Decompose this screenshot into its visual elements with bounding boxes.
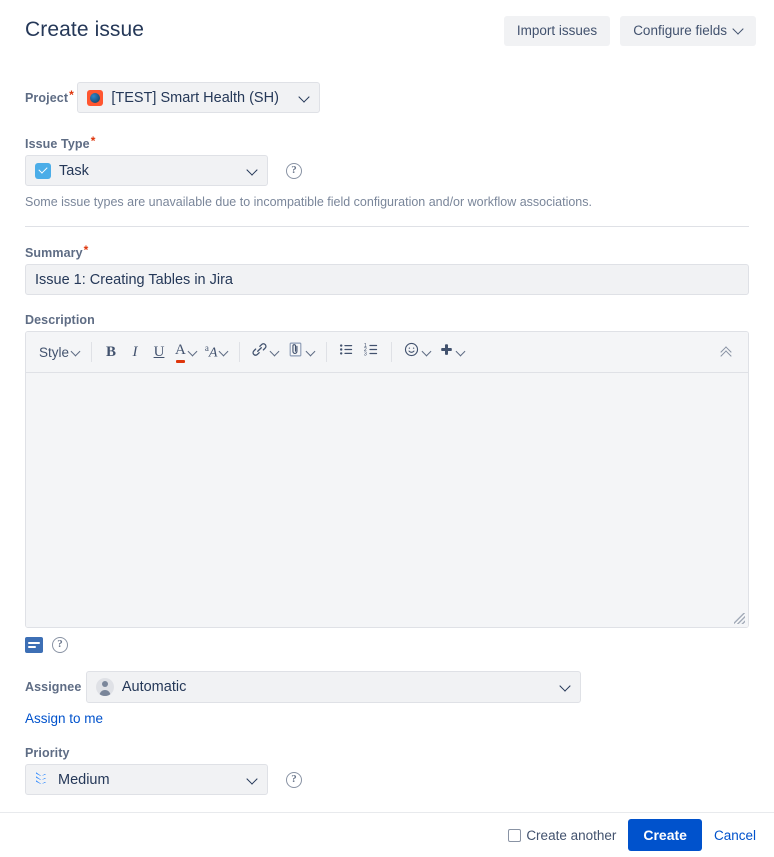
project-select-wrap: [TEST] Smart Health (SH): [77, 82, 321, 113]
italic-label: I: [132, 343, 138, 360]
configure-fields-label: Configure fields: [633, 23, 727, 38]
create-another-checkbox[interactable]: [508, 828, 522, 842]
required-asterisk: *: [90, 134, 96, 148]
project-selected-value: [TEST] Smart Health (SH): [111, 89, 279, 106]
dialog-header: Create issue Import issues Configure fie…: [0, 0, 774, 62]
emoji-icon: [403, 341, 420, 363]
chevron-down-icon: [307, 348, 315, 356]
priority-medium-icon: [35, 772, 50, 787]
chevron-down-icon: [72, 348, 80, 356]
create-another-label: Create another: [526, 827, 617, 843]
chevron-down-icon: [189, 348, 197, 356]
assignee-selected-value: Automatic: [121, 679, 187, 696]
editor-footer-actions: ?: [25, 637, 749, 654]
issue-type-help-icon[interactable]: ?: [286, 162, 302, 179]
issue-type-hint: Some issue types are unavailable due to …: [25, 195, 592, 209]
import-issues-button[interactable]: Import issues: [503, 16, 611, 47]
issue-type-select[interactable]: Task: [25, 155, 268, 186]
issue-type-selected-value: Task: [59, 162, 89, 179]
summary-field: Summary*: [0, 243, 774, 296]
resize-handle[interactable]: [734, 613, 745, 625]
assign-to-me-link[interactable]: Assign to me: [25, 711, 103, 726]
text-color-dropdown[interactable]: A: [171, 338, 201, 366]
description-textarea[interactable]: [26, 373, 748, 628]
link-icon: [251, 341, 268, 363]
editor-toolbar: Style B I U A aA 1 2 3: [26, 332, 748, 374]
italic-button[interactable]: I: [123, 338, 147, 366]
priority-select-wrap: Medium: [25, 764, 268, 796]
project-avatar-icon: [87, 89, 104, 106]
bold-button[interactable]: B: [99, 338, 123, 366]
bold-label: B: [106, 343, 117, 360]
numbered-list-icon: 1 2 3: [363, 341, 380, 363]
avatar-icon: [95, 678, 114, 697]
dialog-footer: Create another Create Cancel: [0, 812, 774, 857]
assignee-select[interactable]: Automatic: [85, 671, 581, 704]
attachment-icon: [287, 341, 304, 363]
collapse-toolbar-button[interactable]: [715, 338, 739, 366]
insert-more-dropdown[interactable]: [435, 338, 469, 366]
priority-selected-value: Medium: [58, 771, 110, 788]
create-another-checkbox-wrap[interactable]: Create another: [508, 828, 616, 843]
header-actions: Import issues Configure fields: [503, 16, 756, 47]
summary-label: Summary*: [25, 243, 89, 261]
create-button[interactable]: Create: [628, 819, 702, 851]
emoji-dropdown[interactable]: [399, 338, 435, 366]
page-title: Create issue: [25, 18, 145, 41]
bullet-list-icon: [338, 341, 355, 363]
issue-type-field: Issue Type* Task ? Some issue types are …: [0, 134, 774, 210]
chevron-down-icon: [220, 348, 228, 356]
numbered-list-button[interactable]: 1 2 3: [359, 338, 384, 366]
attachment-dropdown[interactable]: [283, 338, 319, 366]
description-textarea-wrap: [26, 373, 748, 628]
toolbar-separator: [239, 342, 241, 363]
chevron-down-icon: [423, 348, 431, 356]
underline-button[interactable]: U: [147, 338, 171, 366]
text-color-icon: A: [175, 342, 186, 363]
task-type-icon: [35, 162, 51, 179]
required-asterisk: *: [69, 87, 74, 102]
project-field: Project* [TEST] Smart Health (SH): [0, 82, 774, 113]
priority-select[interactable]: Medium: [25, 764, 268, 796]
summary-input[interactable]: [25, 264, 749, 296]
text-effects-dropdown[interactable]: aA: [201, 338, 233, 366]
assignee-label: Assignee: [25, 680, 82, 695]
description-label: Description: [25, 313, 95, 328]
visual-text-mode-toggle-icon[interactable]: [25, 637, 43, 654]
description-editor: Style B I U A aA 1 2 3: [25, 331, 749, 629]
issue-type-select-wrap: Task: [25, 155, 268, 186]
required-asterisk: *: [83, 243, 89, 258]
link-dropdown[interactable]: [247, 338, 283, 366]
import-issues-label: Import issues: [516, 23, 598, 38]
toolbar-separator: [391, 342, 393, 363]
project-select[interactable]: [TEST] Smart Health (SH): [77, 82, 321, 113]
assignee-field: Assignee Automatic Assign to me: [0, 671, 774, 728]
text-effects-icon: aA: [204, 342, 218, 361]
description-field: Description Style B I U A aA 1 2 3 ?: [0, 311, 774, 654]
plus-icon: [439, 342, 454, 362]
editor-help-icon[interactable]: ?: [52, 637, 68, 654]
issue-type-label: Issue Type*: [25, 134, 96, 151]
toolbar-separator: [326, 342, 328, 363]
create-issue-dialog: Create issue Import issues Configure fie…: [0, 0, 774, 857]
priority-label: Priority: [25, 746, 70, 761]
create-issue-form: Project* [TEST] Smart Health (SH) Issue …: [0, 62, 774, 796]
style-label: Style: [39, 344, 70, 360]
chevron-down-icon: [271, 348, 279, 356]
chevron-down-icon: [457, 348, 465, 356]
assignee-select-wrap: Automatic: [85, 671, 581, 704]
cancel-link[interactable]: Cancel: [714, 828, 756, 843]
bullet-list-button[interactable]: [334, 338, 359, 366]
style-dropdown[interactable]: Style: [35, 338, 84, 366]
svg-text:3: 3: [364, 352, 367, 358]
form-divider: [25, 226, 749, 228]
chevron-double-up-icon: [720, 346, 734, 358]
priority-help-icon[interactable]: ?: [286, 771, 302, 788]
configure-fields-button[interactable]: Configure fields: [620, 16, 756, 47]
chevron-down-icon: [734, 25, 743, 34]
project-label: Project*: [25, 87, 74, 105]
underline-label: U: [153, 343, 165, 360]
toolbar-separator: [91, 342, 93, 363]
priority-field: Priority Medium ?: [0, 744, 774, 796]
